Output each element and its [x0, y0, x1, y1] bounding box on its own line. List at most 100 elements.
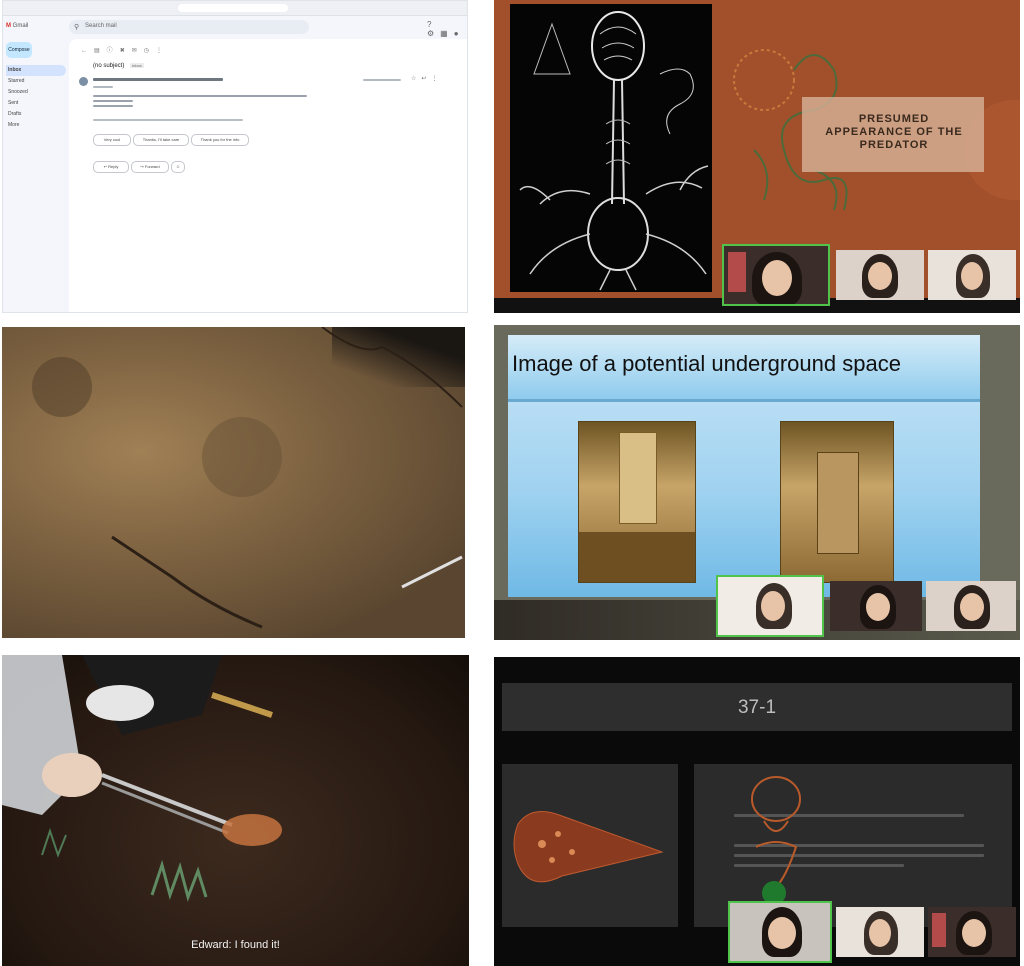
gear-icon[interactable]: ⚙: [427, 29, 440, 38]
tweezers: [101, 781, 229, 835]
video-tile[interactable]: [928, 907, 1016, 957]
address-bar[interactable]: [178, 4, 288, 12]
emoji-button[interactable]: ☺: [171, 161, 185, 173]
sketch-head: [751, 776, 801, 822]
neuron-head: [591, 11, 645, 81]
star-icon[interactable]: ☆: [411, 76, 421, 82]
hand: [42, 753, 102, 797]
reply-button[interactable]: ↩ Reply: [93, 161, 129, 173]
mail-icon[interactable]: ✉: [132, 48, 144, 54]
folder-snoozed[interactable]: Snoozed: [6, 87, 66, 98]
corridor-door: [619, 432, 657, 524]
archive-icon[interactable]: ▤: [94, 48, 107, 54]
soil-cracks: [32, 327, 463, 629]
smart-reply-chip[interactable]: Thank you for the info: [191, 134, 249, 146]
corridor-image-right: [780, 421, 894, 583]
video-tile[interactable]: [928, 250, 1016, 300]
message-subject: (no subject) Inbox: [93, 63, 144, 69]
folder-more[interactable]: More: [6, 120, 66, 131]
corridor-door: [817, 452, 859, 554]
folder-starred[interactable]: Starred: [6, 76, 66, 87]
soil-shade: [202, 417, 282, 497]
participant-face: [961, 262, 983, 290]
report-icon[interactable]: ⓘ: [107, 48, 120, 54]
search-input[interactable]: ⚲ Search mail: [69, 20, 309, 34]
participant-face: [866, 593, 890, 621]
video-tile[interactable]: [836, 907, 924, 957]
neuron-head-texture: [599, 26, 637, 61]
video-tile-active[interactable]: [722, 244, 830, 306]
participant-face: [962, 919, 986, 947]
avatar[interactable]: ●: [454, 29, 465, 38]
compose-button[interactable]: Compose: [6, 42, 32, 58]
photo-scene: [2, 655, 282, 902]
soil-crack: [111, 535, 263, 629]
body-line: [93, 105, 133, 107]
folder-drafts[interactable]: Drafts: [6, 109, 66, 120]
predator-slide: Presumed appearance of the predator: [494, 0, 1020, 313]
participant-face: [868, 262, 892, 290]
soil-crack: [321, 327, 463, 408]
sender-avatar: [79, 77, 88, 86]
clock-icon[interactable]: ◷: [144, 48, 156, 54]
message-date: [363, 77, 401, 82]
inbox-tag[interactable]: Inbox: [130, 63, 144, 68]
soil-photo: [2, 327, 465, 638]
back-icon[interactable]: ←: [81, 48, 94, 54]
delete-icon[interactable]: ✖: [120, 48, 132, 54]
specimen-slide: 37-1: [494, 657, 1020, 966]
slide-title: Presumed appearance of the predator: [825, 113, 963, 151]
slide-canvas: Image of a potential underground space: [508, 335, 980, 597]
participant-face: [762, 260, 792, 296]
slide-title-box: Presumed appearance of the predator: [802, 97, 984, 172]
grass: [41, 827, 67, 858]
browser-bar: [3, 1, 467, 16]
corridor-floor: [579, 532, 695, 582]
smart-reply-chip[interactable]: Very cool: [93, 134, 131, 146]
smart-reply-chip[interactable]: Thanks, I'll take care: [133, 134, 189, 146]
help-icon[interactable]: ?: [427, 20, 437, 29]
neuron-illustration: [510, 4, 712, 292]
grass: [150, 859, 208, 902]
mail-logo[interactable]: M Gmail: [6, 23, 28, 29]
mail-window: M Gmail ⚲ Search mail ?⚙▦● Compose Inbox…: [2, 0, 468, 313]
header-icons[interactable]: ?⚙▦●: [427, 20, 467, 38]
video-tile[interactable]: [836, 250, 924, 300]
video-caption: Edward: I found it!: [191, 939, 280, 951]
video-tile[interactable]: [926, 581, 1016, 631]
sneaker: [86, 685, 154, 721]
more-icon[interactable]: ⋮: [156, 48, 169, 54]
forward-button[interactable]: ↪ Forward: [131, 161, 169, 173]
video-tile-active[interactable]: [728, 901, 832, 963]
body-line: [93, 119, 243, 121]
reply-icon[interactable]: ↩: [421, 76, 431, 82]
search-placeholder: Search mail: [85, 23, 117, 29]
tile-background: [932, 913, 946, 947]
sketch-body: [755, 820, 798, 888]
participant-face: [960, 593, 984, 621]
folder-sent[interactable]: Sent: [6, 98, 66, 109]
more-icon[interactable]: ⋮: [431, 76, 442, 82]
soil-shade: [32, 357, 92, 417]
tool-edge: [401, 555, 463, 589]
folder-inbox[interactable]: Inbox: [6, 65, 66, 76]
slide-header: Image of a potential underground space: [508, 335, 980, 402]
hand-sketch: [659, 68, 694, 135]
body-line: [93, 95, 307, 97]
sun-ornament: [733, 49, 795, 111]
tweezers-photo: Edward: I found it!: [2, 655, 469, 966]
tweezers: [101, 773, 233, 827]
video-tile[interactable]: [830, 581, 922, 631]
specimen: [222, 814, 282, 846]
slide-title: Image of a potential underground space: [512, 351, 901, 376]
apps-icon[interactable]: ▦: [440, 29, 454, 38]
search-icon: ⚲: [74, 24, 80, 31]
participant-face: [768, 917, 796, 949]
message-toolbar[interactable]: ←▤ⓘ✖✉◷⋮: [81, 45, 169, 54]
message-view: ←▤ⓘ✖✉◷⋮ (no subject) Inbox ☆↩⋮ Very cool…: [69, 39, 467, 312]
neuron-axon: [611, 79, 625, 205]
corridor-image-left: [578, 421, 696, 583]
body-line: [93, 100, 133, 102]
message-actions[interactable]: ☆↩⋮: [411, 75, 442, 82]
video-tile-active[interactable]: [716, 575, 824, 637]
